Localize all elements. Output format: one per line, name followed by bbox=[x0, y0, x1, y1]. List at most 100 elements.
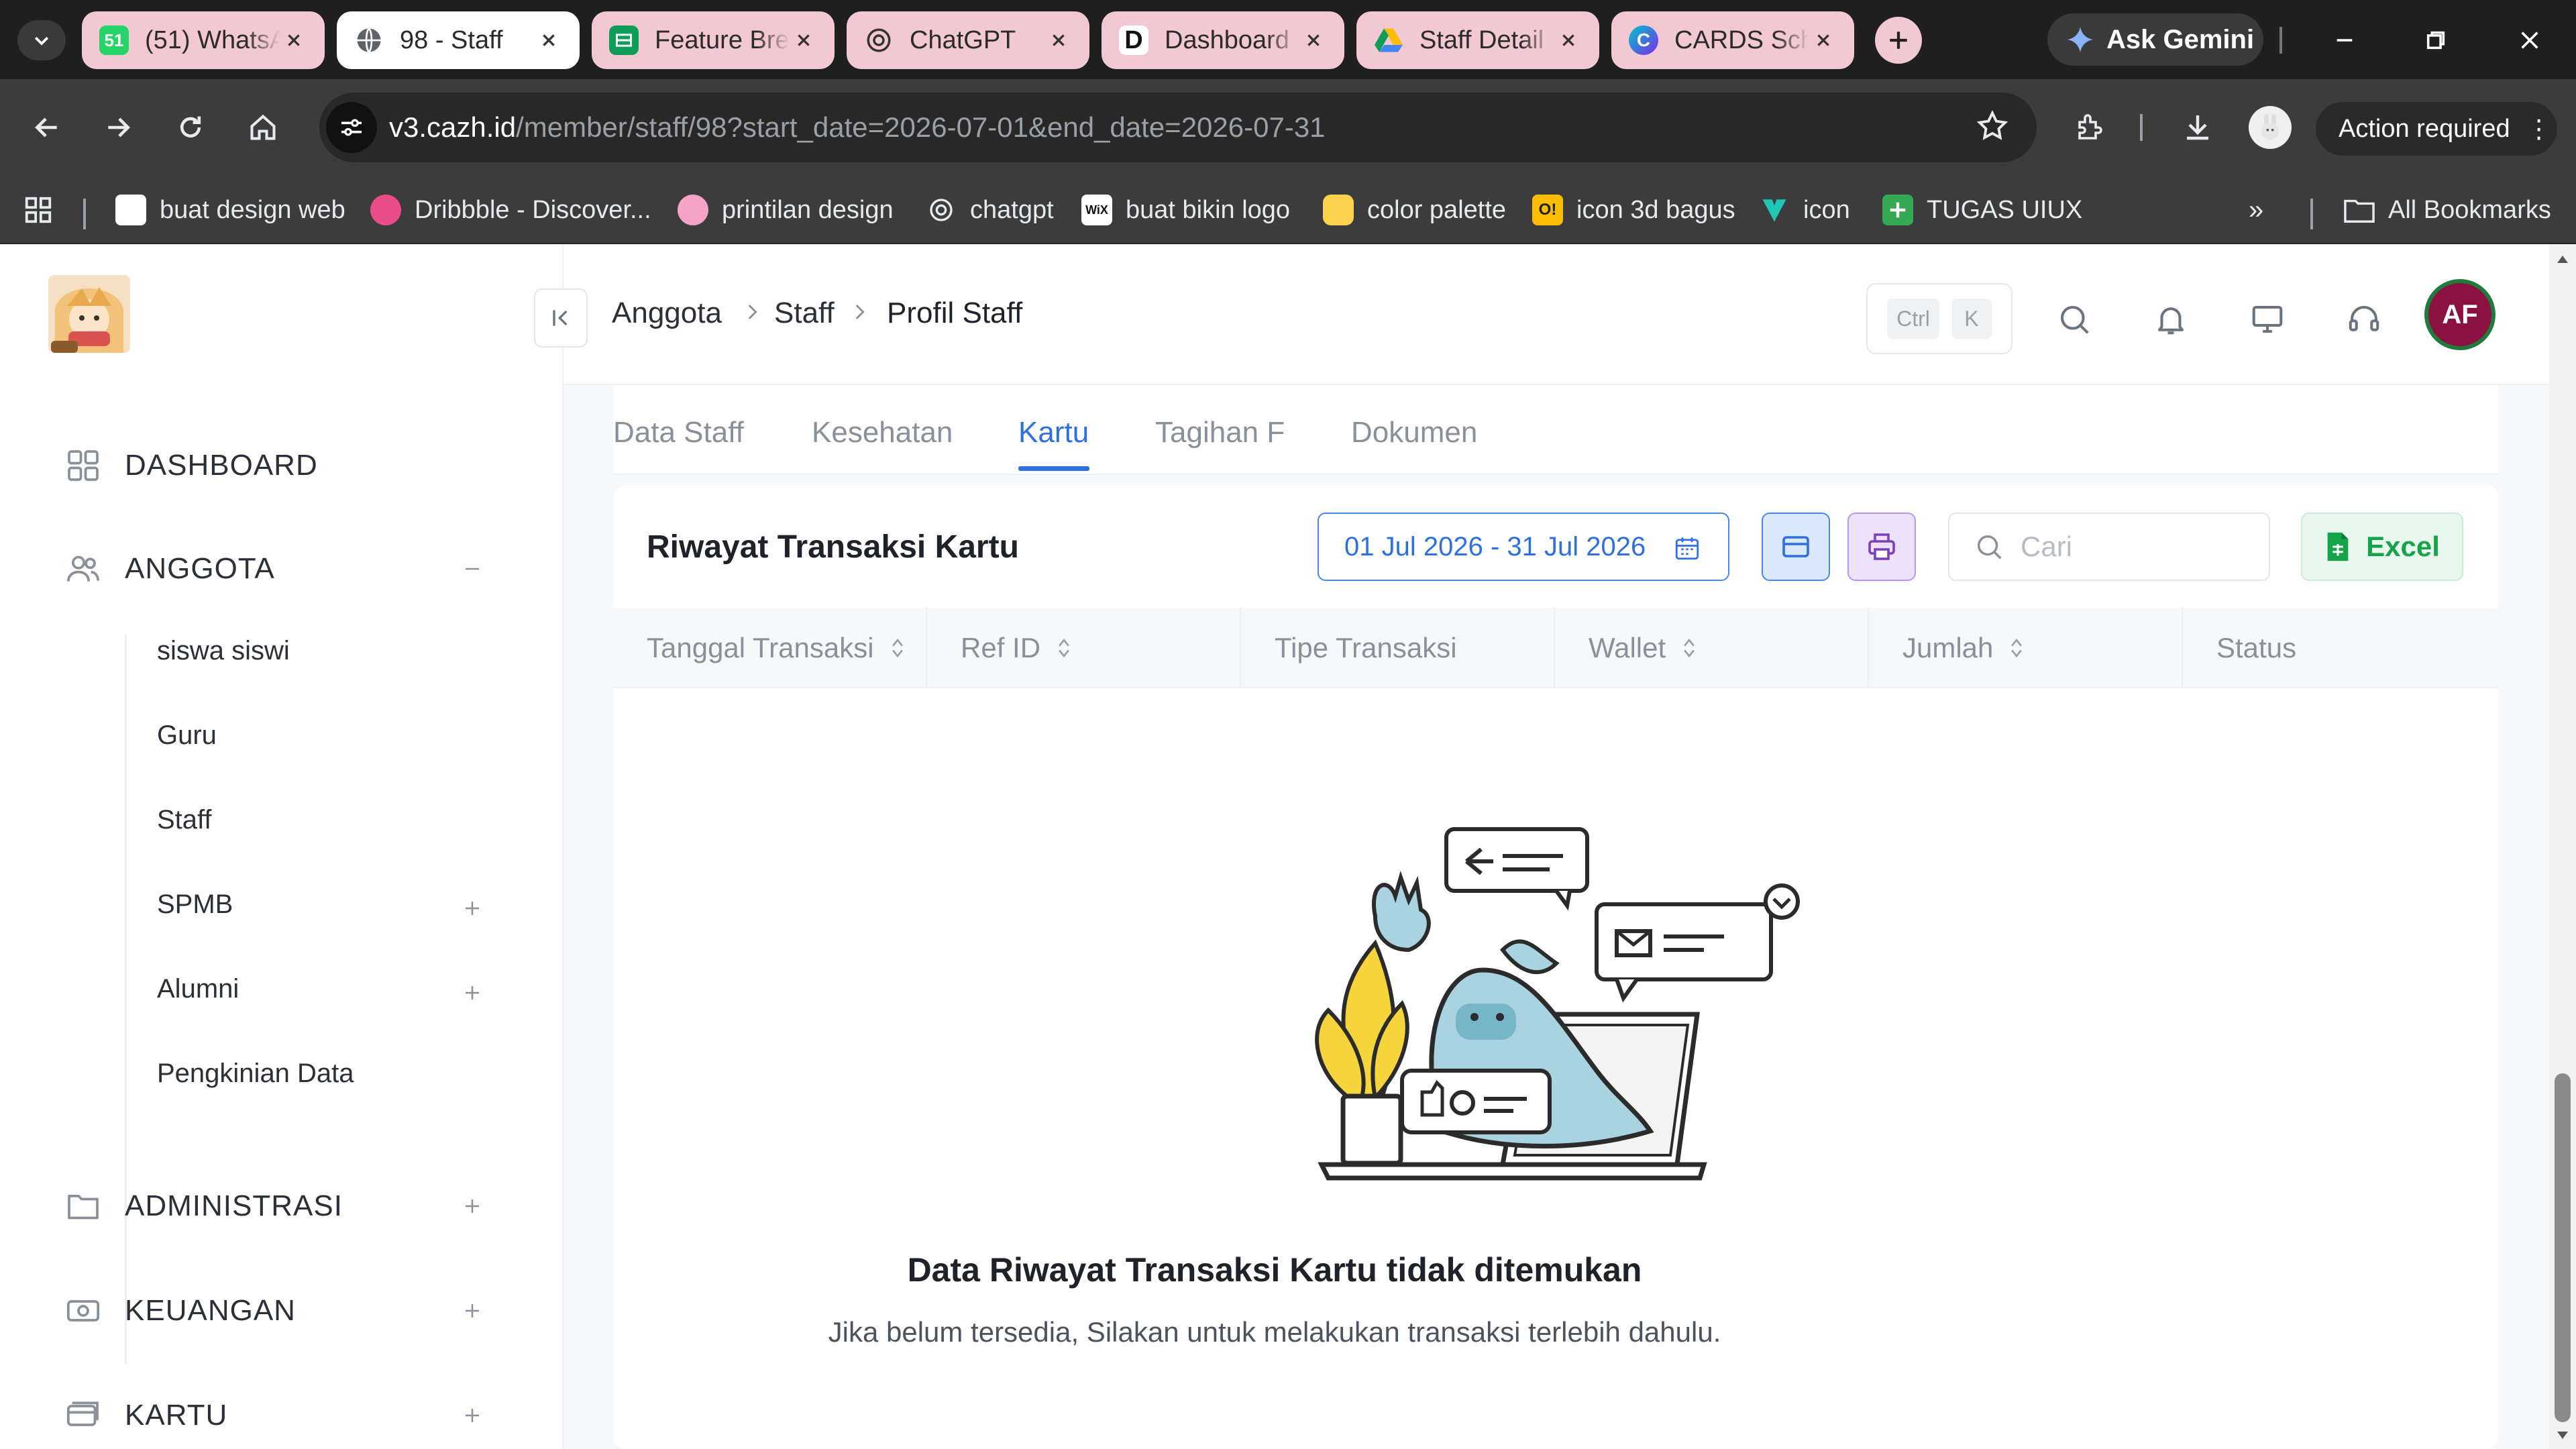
bookmark-item[interactable]: TUGAS UIUX bbox=[1882, 193, 2082, 227]
search-button[interactable] bbox=[2054, 299, 2094, 339]
empty-state-subtitle: Jika belum tersedia, Silakan untuk melak… bbox=[828, 1316, 1721, 1348]
restore-button[interactable] bbox=[2412, 19, 2459, 62]
close-icon[interactable] bbox=[1045, 27, 1072, 54]
expand-administrasi-button[interactable] bbox=[456, 1190, 488, 1222]
print-button[interactable] bbox=[1847, 513, 1916, 581]
forward-button[interactable] bbox=[97, 106, 140, 149]
close-icon[interactable] bbox=[1555, 27, 1582, 54]
bookmarks-bar: buat design web Dribbble - Discover... p… bbox=[0, 174, 2576, 244]
dribbble-icon bbox=[370, 195, 401, 225]
site-info-button[interactable] bbox=[326, 102, 377, 153]
browser-tab-whatsapp[interactable]: 51 (51) WhatsApp bbox=[82, 11, 325, 69]
reload-button[interactable] bbox=[169, 106, 212, 149]
search-field[interactable] bbox=[1948, 513, 2270, 581]
sidebar-item-staff[interactable]: Staff bbox=[157, 805, 212, 835]
bookmark-star-button[interactable] bbox=[1975, 109, 2010, 147]
back-button[interactable] bbox=[25, 106, 68, 149]
close-icon[interactable] bbox=[535, 27, 562, 54]
close-icon[interactable] bbox=[1810, 27, 1837, 54]
sidebar-item-spmb[interactable]: SPMB bbox=[157, 890, 233, 920]
bookmark-item[interactable]: chatgpt bbox=[926, 193, 1054, 227]
browser-tab-staff[interactable]: 98 - Staff bbox=[337, 11, 580, 69]
double-chevron-icon: » bbox=[2249, 195, 2264, 225]
credit-card-icon bbox=[1782, 536, 1809, 557]
card-view-button[interactable] bbox=[1762, 513, 1830, 581]
download-icon bbox=[2187, 115, 2208, 140]
sidebar-item-alumni[interactable]: Alumni bbox=[157, 974, 239, 1004]
column-label: Jumlah bbox=[1902, 632, 1994, 663]
expand-alumni-button[interactable] bbox=[456, 977, 488, 1009]
new-tab-button[interactable] bbox=[1875, 17, 1922, 64]
column-header-wallet[interactable]: Wallet bbox=[1555, 608, 1869, 688]
bookmark-item[interactable]: color palette bbox=[1323, 193, 1506, 227]
tab-data-staff[interactable]: Data Staff bbox=[613, 416, 744, 449]
browser-tab-chatgpt[interactable]: ChatGPT bbox=[847, 11, 1089, 69]
omnibox[interactable]: v3.cazh.id/member/staff/98?start_date=20… bbox=[319, 93, 2037, 162]
command-palette-button[interactable]: Ctrl K bbox=[1866, 283, 2012, 354]
nav-anggota[interactable]: ANGGOTA bbox=[64, 547, 275, 590]
nav-kartu[interactable]: KARTU bbox=[64, 1394, 227, 1437]
breadcrumb-staff[interactable]: Staff bbox=[774, 297, 835, 330]
support-button[interactable] bbox=[2344, 299, 2384, 339]
browser-tab-dashboard[interactable]: D Dashboard bbox=[1102, 11, 1344, 69]
user-avatar[interactable]: AF bbox=[2424, 279, 2496, 350]
extensions-button[interactable] bbox=[2069, 106, 2112, 149]
column-header-ref-id[interactable]: Ref ID bbox=[927, 608, 1241, 688]
more-bookmarks-button[interactable]: » bbox=[2249, 193, 2263, 227]
breadcrumb-anggota[interactable]: Anggota bbox=[612, 297, 722, 330]
collapse-sidebar-button[interactable] bbox=[534, 288, 588, 347]
empty-state-illustration bbox=[1315, 827, 1800, 1181]
action-required-button[interactable]: Action required ⋮ bbox=[2316, 102, 2557, 156]
browser-tab-cards[interactable]: C CARDS Schema bbox=[1611, 11, 1854, 69]
bookmark-item[interactable]: buat design web bbox=[115, 193, 345, 227]
close-window-button[interactable] bbox=[2506, 19, 2553, 62]
close-icon[interactable] bbox=[790, 27, 817, 54]
sidebar-item-siswa-siswi[interactable]: siswa siswi bbox=[157, 636, 290, 666]
url-text[interactable]: v3.cazh.id/member/staff/98?start_date=20… bbox=[389, 111, 1326, 144]
export-excel-button[interactable]: Excel bbox=[2301, 513, 2463, 581]
bookmark-item[interactable]: WiX buat bikin logo bbox=[1081, 193, 1290, 227]
plus-icon bbox=[1890, 32, 1907, 49]
browser-tab-staff-detail[interactable]: Staff Detail bbox=[1356, 11, 1599, 69]
tab-dokumen[interactable]: Dokumen bbox=[1351, 416, 1477, 449]
expand-spmb-button[interactable] bbox=[456, 892, 488, 924]
bookmark-item[interactable]: Dribbble - Discover... bbox=[370, 193, 651, 227]
home-icon bbox=[250, 114, 276, 140]
ask-gemini-label: Ask Gemini bbox=[2106, 24, 2255, 54]
excel-file-icon bbox=[2327, 532, 2349, 561]
date-range-picker[interactable]: 01 Jul 2026 - 31 Jul 2026 bbox=[1318, 513, 1729, 581]
bookmark-item[interactable]: icon bbox=[1759, 193, 1850, 227]
nav-dashboard[interactable]: DASHBOARD bbox=[64, 444, 318, 487]
sidebar-item-guru[interactable]: Guru bbox=[157, 720, 217, 751]
home-button[interactable] bbox=[241, 106, 284, 149]
puzzle-icon bbox=[2078, 114, 2102, 140]
bookmark-item[interactable]: printilan design bbox=[678, 193, 894, 227]
page-scrollbar[interactable] bbox=[2549, 244, 2576, 1449]
column-header-jumlah[interactable]: Jumlah bbox=[1869, 608, 2183, 688]
notifications-button[interactable] bbox=[2151, 299, 2191, 339]
display-button[interactable] bbox=[2247, 299, 2288, 339]
close-icon[interactable] bbox=[280, 27, 307, 54]
bookmark-item[interactable]: O! icon 3d bagus bbox=[1532, 193, 1735, 227]
downloads-button[interactable] bbox=[2176, 106, 2219, 149]
tab-kesehatan[interactable]: Kesehatan bbox=[812, 416, 953, 449]
scrollbar-thumb[interactable] bbox=[2555, 1073, 2571, 1422]
collapse-anggota-button[interactable] bbox=[456, 553, 488, 585]
ask-gemini-button[interactable]: Ask Gemini bbox=[2047, 13, 2263, 66]
profile-avatar[interactable] bbox=[2249, 106, 2292, 149]
sidebar-item-pengkinian-data[interactable]: Pengkinian Data bbox=[157, 1059, 354, 1089]
browser-tab-feature[interactable]: Feature Breakdown bbox=[592, 11, 835, 69]
search-input[interactable] bbox=[2021, 531, 2235, 563]
school-logo[interactable] bbox=[48, 275, 130, 353]
nav-administrasi[interactable]: ADMINISTRASI bbox=[64, 1185, 343, 1228]
expand-kartu-button[interactable] bbox=[456, 1399, 488, 1432]
all-bookmarks-button[interactable]: All Bookmarks bbox=[2344, 193, 2551, 227]
minimize-button[interactable] bbox=[2321, 19, 2368, 62]
url-path: /member/staff/98?start_date=2026-07-01&e… bbox=[516, 111, 1326, 143]
tab-kartu[interactable]: Kartu bbox=[1018, 416, 1089, 449]
close-icon[interactable] bbox=[1300, 27, 1327, 54]
column-header-tanggal[interactable]: Tanggal Transaksi bbox=[613, 608, 927, 688]
apps-button[interactable] bbox=[23, 193, 54, 227]
tab-search-button[interactable] bbox=[17, 20, 66, 60]
tab-tagihan[interactable]: Tagihan F bbox=[1155, 416, 1285, 449]
